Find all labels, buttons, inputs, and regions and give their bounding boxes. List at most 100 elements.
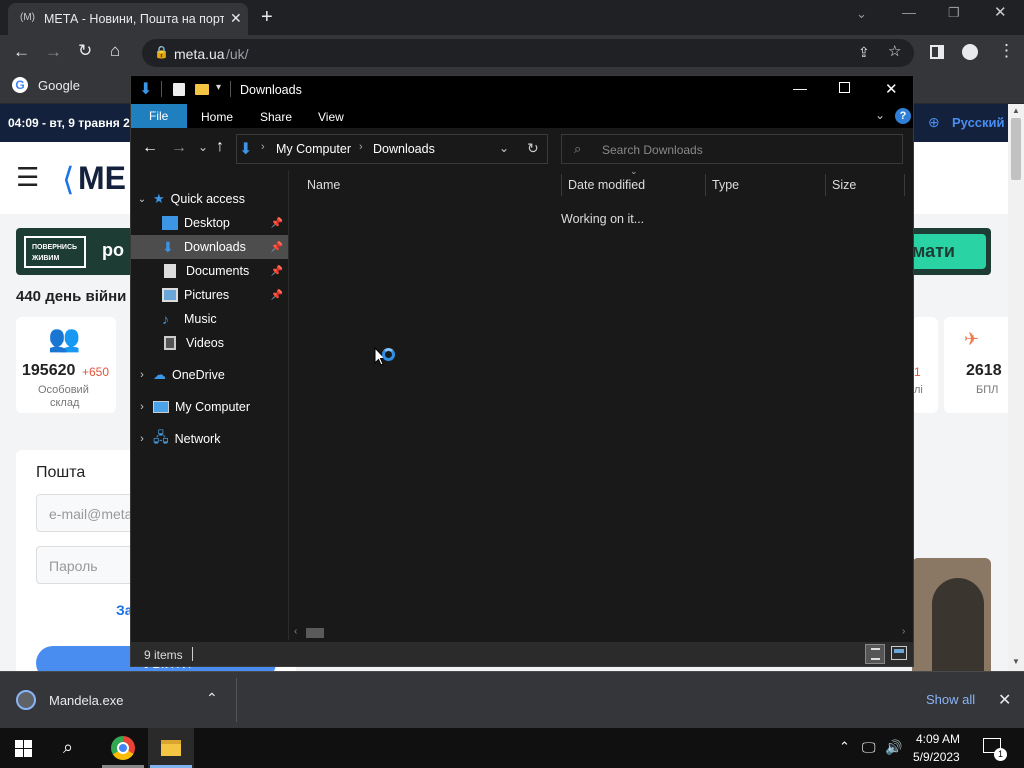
menu-dots-icon[interactable]: ⋮ xyxy=(998,42,1015,59)
nav-forward-icon[interactable]: → xyxy=(171,139,187,157)
details-view-icon[interactable] xyxy=(865,644,885,664)
column-type[interactable]: Type xyxy=(712,178,739,192)
volume-icon[interactable]: 🔊 xyxy=(885,739,902,756)
ribbon-tab-view[interactable]: View xyxy=(318,110,344,124)
bookmark-star-icon[interactable]: ☆ xyxy=(888,44,901,59)
explorer-minimize-icon[interactable]: — xyxy=(793,80,807,96)
language-link[interactable]: Русский xyxy=(952,115,1005,130)
expand-chevron-icon[interactable]: › xyxy=(131,433,153,445)
taskbar-search-icon[interactable]: ⌕ xyxy=(63,737,73,758)
nav-downloads[interactable]: ⬇ Downloads 📌 xyxy=(131,235,288,259)
download-item[interactable]: Mandela.exe ⌃ xyxy=(8,680,236,720)
clock-time[interactable]: 4:09 AM xyxy=(916,732,960,746)
forward-icon[interactable]: → xyxy=(45,43,62,60)
column-divider[interactable] xyxy=(705,174,706,196)
nav-documents[interactable]: Documents 📌 xyxy=(131,259,288,283)
refresh-icon[interactable]: ↻ xyxy=(527,140,539,157)
network-tray-icon[interactable]: 🖵 xyxy=(862,739,876,756)
new-tab-icon[interactable]: + xyxy=(261,7,273,27)
page-scrollbar[interactable]: ▲ ▼ xyxy=(1008,104,1024,671)
nav-my-computer[interactable]: › My Computer xyxy=(131,395,288,419)
column-headers: Name ⌄ Date modified Type Size xyxy=(290,166,913,198)
clock-date[interactable]: 5/9/2023 xyxy=(913,750,960,764)
explorer-close-icon[interactable]: ✕ xyxy=(885,80,898,98)
logo[interactable]: МЕ xyxy=(78,160,126,197)
large-icons-view-icon[interactable] xyxy=(891,646,907,660)
news-image[interactable] xyxy=(912,558,991,671)
explorer-maximize-icon[interactable] xyxy=(839,82,850,93)
stat-card-personnel[interactable]: 👥 195620 +650 Особовий склад xyxy=(16,317,116,413)
tray-chevron-icon[interactable]: ⌃ xyxy=(839,739,850,755)
breadcrumb-my-computer[interactable]: My Computer xyxy=(276,142,351,156)
column-size[interactable]: Size xyxy=(832,178,856,192)
nav-pictures[interactable]: Pictures 📌 xyxy=(131,283,288,307)
expand-chevron-icon[interactable]: ⌄ xyxy=(131,194,153,205)
stat-mid-label: лі xyxy=(914,384,923,396)
recent-locations-icon[interactable]: ⌄ xyxy=(198,140,208,154)
restore-icon[interactable]: ❐ xyxy=(948,6,960,19)
address-bar[interactable]: 🔒 meta.ua /uk/ ⇪ ☆ xyxy=(142,39,914,67)
sort-indicator-icon: ⌄ xyxy=(630,166,638,176)
show-all-button[interactable]: Show all xyxy=(926,692,975,707)
ribbon-tab-file[interactable]: File xyxy=(131,104,187,128)
share-icon[interactable]: ⇪ xyxy=(858,45,870,59)
search-box[interactable]: ⌕ Search Downloads xyxy=(561,134,903,164)
nav-onedrive[interactable]: › ☁ OneDrive xyxy=(131,363,288,387)
banner-button[interactable]: мати xyxy=(906,234,986,269)
reload-icon[interactable]: ↻ xyxy=(78,42,92,59)
stat-card-uav[interactable]: ✈ 2618 БПЛ xyxy=(944,317,1008,413)
nav-network[interactable]: › 🖧 Network xyxy=(131,427,288,451)
expand-chevron-icon[interactable]: › xyxy=(131,401,153,413)
help-icon[interactable]: ? xyxy=(895,108,911,124)
address-path: /uk/ xyxy=(226,46,249,62)
home-icon[interactable]: ⌂ xyxy=(110,42,120,59)
close-window-icon[interactable]: ✕ xyxy=(994,5,1007,20)
column-name[interactable]: Name xyxy=(307,178,340,192)
bookmark-google[interactable]: G Google xyxy=(12,77,80,93)
browser-tab[interactable]: (M) МЕТА - Новини, Пошта на порт ✕ xyxy=(8,3,248,35)
nav-quick-access[interactable]: ⌄ ★ Quick access xyxy=(131,187,288,211)
ribbon-tab-home[interactable]: Home xyxy=(201,110,233,124)
tab-search-icon[interactable]: ⌄ xyxy=(856,7,867,20)
hamburger-icon[interactable]: ☰ xyxy=(16,162,39,193)
column-date-modified[interactable]: Date modified xyxy=(568,178,645,192)
scroll-right-icon[interactable]: › xyxy=(902,626,905,637)
qat-divider-2 xyxy=(230,81,231,97)
horizontal-scrollbar[interactable]: ‹ › xyxy=(290,626,913,640)
back-icon[interactable]: ← xyxy=(13,43,30,60)
scroll-down-icon[interactable]: ▼ xyxy=(1012,657,1020,666)
h-scroll-thumb[interactable] xyxy=(306,628,324,638)
nav-label: Quick access xyxy=(170,192,245,206)
nav-up-icon[interactable]: ↑ xyxy=(216,138,224,156)
scroll-left-icon[interactable]: ‹ xyxy=(294,626,297,637)
breadcrumb-downloads-icon: ⬇ xyxy=(239,141,253,158)
qat-dropdown-icon[interactable]: ▾ xyxy=(216,82,221,93)
column-divider[interactable] xyxy=(561,174,562,196)
stat-card-mid[interactable]: 1 лі xyxy=(912,317,938,413)
start-icon[interactable] xyxy=(15,740,32,757)
breadcrumb-downloads[interactable]: Downloads xyxy=(373,142,435,156)
nav-videos[interactable]: Videos xyxy=(131,331,288,355)
properties-icon[interactable] xyxy=(173,83,185,96)
nav-back-icon[interactable]: ← xyxy=(142,139,158,157)
ribbon-tab-share[interactable]: Share xyxy=(260,110,292,124)
expand-chevron-icon[interactable]: › xyxy=(131,369,153,381)
explorer-taskbar-button[interactable] xyxy=(148,728,194,768)
scroll-thumb[interactable] xyxy=(1011,118,1021,180)
side-panel-icon[interactable] xyxy=(930,45,944,59)
nav-desktop[interactable]: Desktop 📌 xyxy=(131,211,288,235)
profile-icon[interactable] xyxy=(962,44,978,60)
new-folder-icon[interactable] xyxy=(195,84,209,95)
ribbon-expand-icon[interactable]: ⌄ xyxy=(875,108,885,122)
download-bar-close-icon[interactable]: ✕ xyxy=(998,690,1011,710)
chrome-taskbar-icon[interactable] xyxy=(111,736,135,760)
address-dropdown-icon[interactable]: ⌄ xyxy=(499,141,509,155)
download-menu-chevron-icon[interactable]: ⌃ xyxy=(206,690,218,707)
column-divider[interactable] xyxy=(825,174,826,196)
minimize-icon[interactable]: — xyxy=(902,5,916,19)
address-breadcrumb[interactable]: ⬇ › My Computer › Downloads ⌄ ↻ xyxy=(236,134,548,164)
tab-close-icon[interactable]: ✕ xyxy=(230,11,242,25)
nav-music[interactable]: ♪ Music xyxy=(131,307,288,331)
scroll-up-icon[interactable]: ▲ xyxy=(1012,106,1020,115)
column-divider[interactable] xyxy=(904,174,905,196)
